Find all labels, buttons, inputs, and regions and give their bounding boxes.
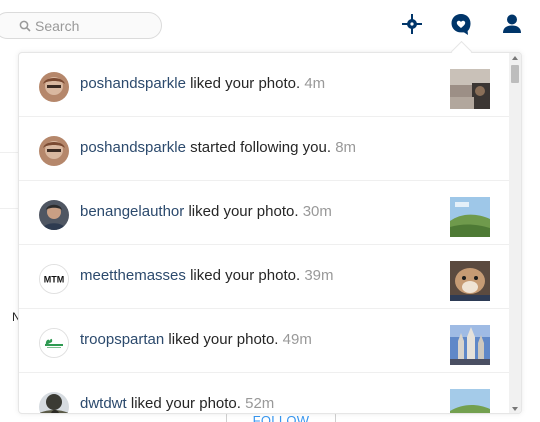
notification-action: liked your photo. (190, 75, 301, 92)
search-box[interactable] (0, 12, 162, 39)
notification-text: dwtdwt liked your photo. 52m (80, 394, 275, 413)
avatar-logo-text: MTM (44, 275, 65, 285)
avatar[interactable] (39, 136, 69, 166)
profile-icon[interactable] (500, 12, 524, 36)
notification-list: poshandsparkle liked your photo. 4m posh… (19, 53, 509, 413)
scrollbar-thumb[interactable] (511, 65, 519, 83)
notification-time: 30m (302, 203, 332, 220)
notification-time: 4m (304, 75, 326, 92)
notification-username[interactable]: troopspartan (80, 331, 164, 348)
avatar[interactable] (39, 72, 69, 102)
notification-time: 52m (245, 395, 275, 412)
notification-action: liked your photo. (130, 395, 241, 412)
notification-username[interactable]: benangelauthor (80, 203, 184, 220)
notification-time: 39m (304, 267, 334, 284)
notification-action: liked your photo. (188, 203, 299, 220)
notification-time: 49m (282, 331, 312, 348)
notification-text: benangelauthor liked your photo. 30m (80, 202, 332, 222)
notification-username[interactable]: poshandsparkle (80, 139, 186, 156)
notification-time: 8m (335, 139, 357, 156)
activity-heart-icon[interactable] (449, 12, 473, 36)
notification-item[interactable]: dwtdwt liked your photo. 52m (19, 373, 509, 413)
scroll-down-arrow-icon[interactable] (512, 407, 518, 411)
post-thumbnail[interactable] (450, 197, 490, 237)
instagram-page: N FOLLOW poshandsparkle liked your photo… (0, 0, 540, 422)
avatar[interactable] (39, 328, 69, 358)
search-input[interactable] (35, 16, 153, 36)
notification-username[interactable]: meetthemasses (80, 267, 186, 284)
notification-text: poshandsparkle liked your photo. 4m (80, 74, 325, 94)
post-thumbnail[interactable] (450, 389, 490, 413)
post-thumbnail[interactable] (450, 325, 490, 365)
scrollbar[interactable] (509, 53, 521, 413)
notification-item[interactable]: poshandsparkle started following you. 8m (19, 117, 509, 181)
notification-item[interactable]: troopspartan liked your photo. 49m (19, 309, 509, 373)
notification-action: liked your photo. (168, 331, 279, 348)
notification-item[interactable]: MTM meetthemasses liked your photo. 39m (19, 245, 509, 309)
post-thumbnail[interactable] (450, 69, 490, 109)
notification-action: liked your photo. (190, 267, 301, 284)
avatar[interactable] (39, 392, 69, 413)
compass-icon[interactable] (400, 12, 424, 36)
notification-item[interactable]: benangelauthor liked your photo. 30m (19, 181, 509, 245)
scroll-up-arrow-icon[interactable] (512, 56, 518, 60)
search-icon (19, 20, 31, 32)
post-thumbnail[interactable] (450, 261, 490, 301)
notification-text: troopspartan liked your photo. 49m (80, 330, 312, 350)
notification-text: poshandsparkle started following you. 8m (80, 138, 356, 158)
avatar[interactable]: MTM (39, 264, 69, 294)
notification-action: started following you. (190, 139, 332, 156)
background-divider (0, 208, 18, 209)
background-divider (0, 152, 18, 153)
avatar[interactable] (39, 200, 69, 230)
notification-username[interactable]: dwtdwt (80, 395, 127, 412)
notification-username[interactable]: poshandsparkle (80, 75, 186, 92)
notification-item[interactable]: poshandsparkle liked your photo. 4m (19, 53, 509, 117)
notification-text: meetthemasses liked your photo. 39m (80, 266, 334, 286)
activity-dropdown: poshandsparkle liked your photo. 4m posh… (18, 52, 522, 414)
